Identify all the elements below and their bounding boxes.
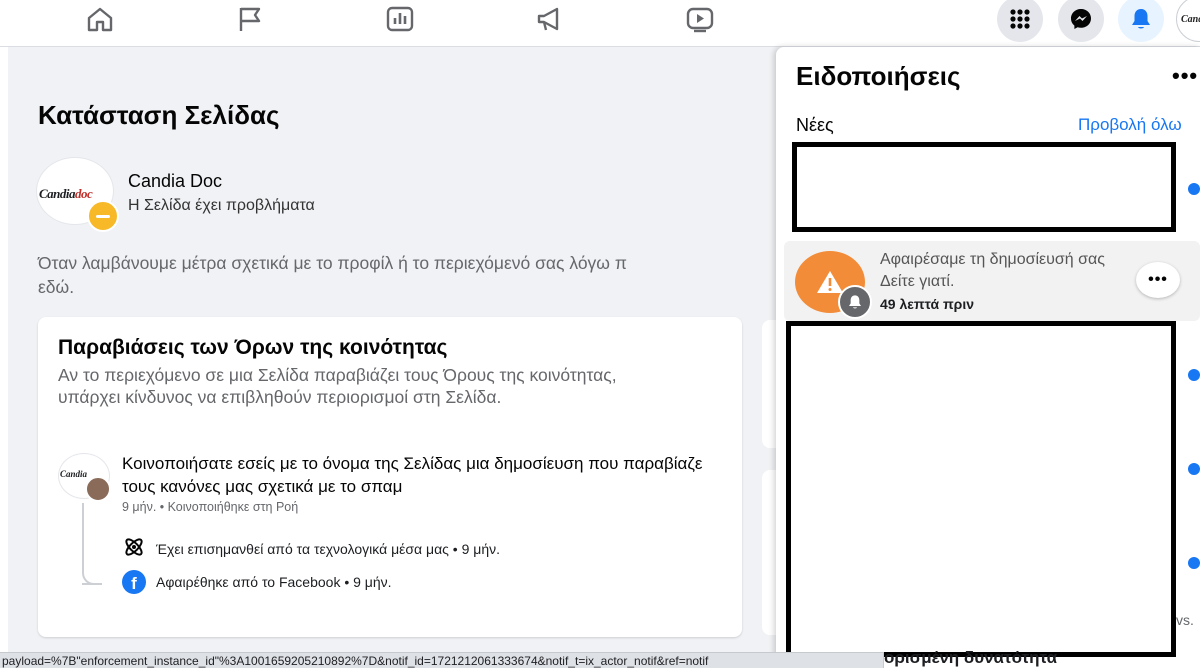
post-text[interactable]: Κοινοποιήσατε εσείς με το όνομα της Σελί…: [122, 452, 722, 498]
notification-time: 49 λεπτά πριν: [880, 296, 974, 312]
atom-icon: [122, 535, 146, 562]
unread-dot-icon: [1188, 463, 1200, 475]
profile-avatar-text: Candia: [1181, 13, 1200, 25]
post-avatar[interactable]: Candia: [58, 453, 111, 502]
page-name[interactable]: Candia Doc: [128, 171, 222, 192]
logo-text-doc: doc: [75, 186, 93, 201]
violations-card: Παραβιάσεις των Όρων της κοινότητας Αν τ…: [38, 317, 742, 637]
unread-dot-icon: [1188, 557, 1200, 569]
profile-avatar[interactable]: Candia: [1176, 0, 1200, 42]
left-edge: [0, 47, 8, 668]
partial-text-bottom: ορισμένη δυνατότητα: [884, 648, 1058, 667]
intro-line-1: Όταν λαμβάνουμε μέτρα σχετικά με το προφ…: [38, 253, 627, 273]
event-text-flagged: Έχει επισημανθεί από τα τεχνολογικά μέσα…: [156, 540, 501, 557]
notifications-title: Ειδοποιήσεις: [796, 61, 961, 91]
post-avatar-logo: Candia: [60, 469, 88, 479]
browser-status-bar: payload=%7B"enforcement_instance_id"%3A1…: [0, 652, 884, 668]
page-status-text: Η Σελίδα έχει προβλήματα: [128, 197, 315, 214]
top-navigation-bar: Candia: [0, 0, 1200, 47]
notification-text-line2: Δείτε γιατί.: [880, 273, 955, 290]
thread-connector-branch: [82, 557, 100, 585]
video-icon[interactable]: [684, 4, 716, 34]
minus-circle-icon: [87, 200, 119, 232]
notifications-panel: Ειδοποιήσεις ••• Νέες Προβολή όλω Αφαιρέ…: [776, 47, 1200, 668]
intro-line-2: εδώ.: [38, 277, 75, 297]
user-photo-icon: [85, 476, 111, 502]
notification-options-button[interactable]: •••: [1136, 262, 1180, 298]
unread-dot-icon: [1188, 369, 1200, 381]
see-all-link[interactable]: Προβολή όλω: [1078, 115, 1182, 135]
post-meta: 9 μήν. • Κοινοποιήθηκε στη Ροή: [122, 500, 299, 514]
status-url: payload=%7B"enforcement_instance_id"%3A1…: [2, 654, 709, 668]
grid-icon[interactable]: [997, 0, 1043, 42]
event-row-flagged: Έχει επισημανθεί από τα τεχνολογικά μέσα…: [122, 535, 500, 562]
partial-text-right: vs.: [1176, 612, 1194, 628]
notification-item-removed-post[interactable]: Αφαιρέσαμε τη δημοσίευσή σας Δείτε γιατί…: [784, 241, 1200, 321]
page-logo: Candiadoc: [39, 186, 93, 202]
chart-icon[interactable]: [384, 4, 416, 34]
event-row-removed: f Αφαιρέθηκε από το Facebook • 9 μήν.: [122, 570, 392, 594]
home-icon[interactable]: [84, 4, 116, 34]
megaphone-icon[interactable]: [534, 4, 566, 34]
messenger-icon[interactable]: [1058, 0, 1104, 42]
page-avatar[interactable]: Candiadoc: [36, 157, 119, 232]
bell-icon: [838, 285, 872, 319]
notification-time-text: 49 λεπτά πριν: [880, 296, 975, 312]
redacted-notification[interactable]: [786, 321, 1176, 657]
flag-icon[interactable]: [234, 4, 266, 34]
card-description: Αν το περιεχόμενο σε μια Σελίδα παραβιάζ…: [58, 365, 617, 407]
card-title: Παραβιάσεις των Όρων της κοινότητας: [58, 336, 448, 359]
bell-icon[interactable]: [1118, 0, 1164, 42]
unread-dot-icon: [1188, 183, 1200, 195]
intro-text: Όταν λαμβάνουμε μέτρα σχετικά με το προφ…: [38, 251, 778, 299]
page-title: Κατάσταση Σελίδας: [38, 100, 280, 130]
notifications-options-button[interactable]: •••: [1172, 63, 1198, 89]
notification-text-line1: Αφαιρέσαμε τη δημοσίευσή σας: [880, 251, 1105, 268]
event-text-removed: Αφαιρέθηκε από το Facebook • 9 μήν.: [156, 574, 392, 590]
facebook-icon: f: [122, 570, 146, 594]
logo-text-candia: Candia: [39, 186, 76, 201]
section-new-label: Νέες: [796, 115, 834, 135]
redacted-notification[interactable]: [792, 142, 1176, 232]
